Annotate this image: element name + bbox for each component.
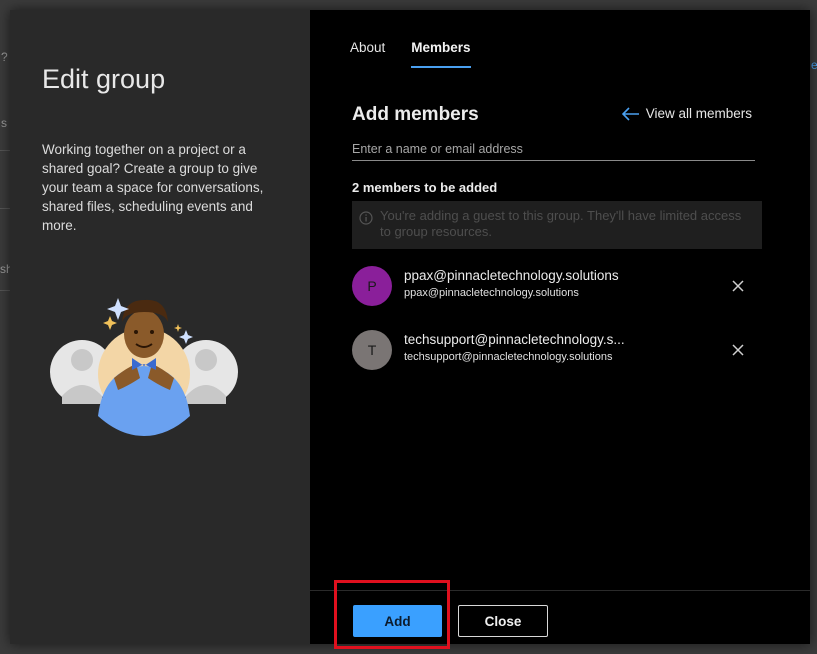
add-members-heading: Add members — [352, 104, 479, 125]
member-list-item: T techsupport@pinnacletechnology.s... te… — [352, 330, 762, 372]
guest-notice: You're adding a guest to this group. The… — [352, 201, 762, 249]
dialog-members-pane: About Members Add members View all membe… — [310, 10, 810, 644]
background-text-fragment: s — [1, 116, 7, 130]
add-button[interactable]: Add — [353, 605, 442, 637]
close-icon[interactable] — [730, 342, 746, 358]
avatar: T — [352, 330, 392, 370]
background-text-fragment: e — [811, 58, 817, 72]
dialog-info-pane: Edit group Working together on a project… — [10, 10, 310, 644]
tab-bar: About Members — [350, 40, 471, 68]
avatar: P — [352, 266, 392, 306]
tab-members[interactable]: Members — [411, 40, 471, 68]
member-email: ppax@pinnacletechnology.solutions — [404, 287, 579, 299]
member-name: techsupport@pinnacletechnology.s... — [404, 332, 625, 347]
dialog-description: Working together on a project or a share… — [42, 142, 264, 233]
view-all-members-label: View all members — [645, 106, 752, 121]
member-name: ppax@pinnacletechnology.solutions — [404, 268, 619, 283]
member-list-item: P ppax@pinnacletechnology.solutions ppax… — [352, 266, 762, 308]
guest-notice-text: You're adding a guest to this group. The… — [380, 208, 742, 239]
close-button[interactable]: Close — [458, 605, 548, 637]
info-icon — [359, 211, 373, 225]
tab-about[interactable]: About — [350, 40, 385, 68]
background-text-fragment: ? — [1, 50, 8, 64]
members-to-add-count: 2 members to be added — [352, 180, 498, 195]
member-email: techsupport@pinnacletechnology.solutions — [404, 351, 613, 363]
background-divider — [0, 208, 10, 209]
footer-divider — [310, 590, 810, 591]
dialog-title: Edit group — [42, 64, 166, 94]
background-divider — [0, 290, 10, 291]
member-search-input[interactable] — [352, 138, 755, 161]
view-all-members-link[interactable]: View all members — [621, 106, 752, 121]
people-group-illustration — [50, 298, 238, 436]
background-divider — [0, 150, 10, 151]
edit-group-dialog: Edit group Working together on a project… — [10, 10, 810, 644]
arrow-left-icon — [621, 106, 639, 121]
close-icon[interactable] — [730, 278, 746, 294]
